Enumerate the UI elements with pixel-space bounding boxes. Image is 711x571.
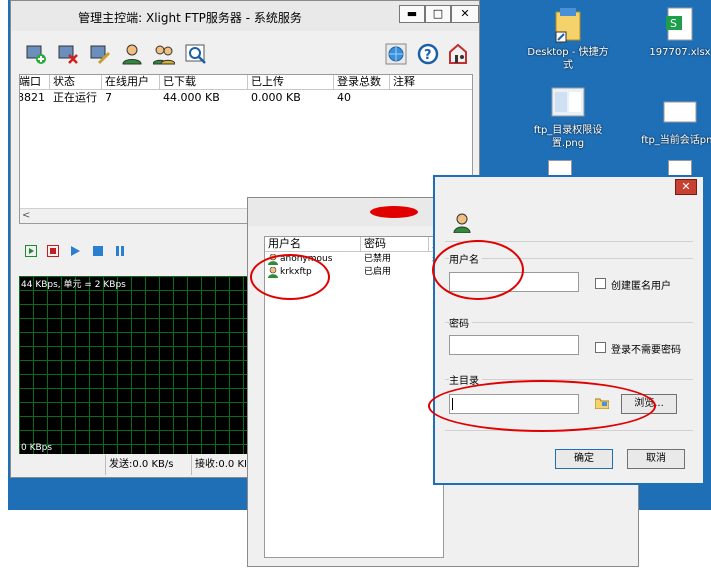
folder-shortcut-icon [550, 6, 586, 44]
col-online[interactable]: 在线用户 [102, 75, 160, 90]
row-logins: 40 [337, 91, 351, 104]
stop-square-icon[interactable] [93, 246, 103, 256]
svg-text:S: S [670, 17, 677, 30]
dialog-close-button[interactable]: ✕ [675, 179, 697, 195]
status-recv: 接收:0.0 KI [191, 455, 251, 475]
password-label: 密码 [449, 315, 472, 330]
add-server-icon[interactable] [25, 43, 47, 65]
nopassword-checkbox-label: 登录不需要密码 [611, 345, 681, 356]
graph-top-label: 44 KBps, 单元 = 2 KBps [21, 280, 126, 290]
user-icon [453, 213, 471, 234]
scroll-left-button[interactable]: < [22, 209, 34, 222]
start-icon[interactable] [25, 245, 37, 257]
row-uploaded: 0.000 KB [251, 91, 301, 104]
anonymous-checkbox[interactable] [595, 278, 606, 289]
globe-settings-icon[interactable] [385, 43, 407, 65]
row-downloaded: 44.000 KB [163, 91, 220, 104]
col-password[interactable]: 密码 [361, 237, 429, 252]
user-password-state: 已启用 [364, 267, 392, 277]
desktop-icon-shortcut[interactable]: Desktop - 快捷方式 [523, 6, 613, 72]
add-user-dialog: ✕ 用户名 创建匿名用户 密码 登录不需要密码 主目录 浏览... 确定 取消 [433, 175, 705, 485]
annotation-ellipse-user [250, 254, 330, 300]
col-username[interactable]: 用户名 [265, 237, 361, 252]
col-comment[interactable]: 注释 [390, 75, 472, 90]
close-button[interactable]: ✕ [451, 5, 479, 23]
cancel-button[interactable]: 取消 [627, 449, 685, 469]
col-status[interactable]: 状态 [50, 75, 102, 90]
col-logins[interactable]: 登录总数 [334, 75, 390, 90]
image-file-icon [550, 84, 586, 122]
desktop-icon-png-session[interactable]: ftp_当前会话png [635, 94, 711, 147]
col-port[interactable]: 端口 [20, 75, 50, 90]
nopassword-checkbox[interactable] [595, 342, 606, 353]
graph-bottom-label: 0 KBps [21, 443, 53, 453]
divider [445, 322, 693, 323]
password-input[interactable] [449, 335, 579, 355]
stop-icon[interactable] [47, 245, 59, 257]
col-uploaded[interactable]: 已上传 [248, 75, 334, 90]
anonymous-checkbox-label: 创建匿名用户 [611, 281, 671, 292]
desktop-icon-xlsx[interactable]: S 197707.xlsx [635, 6, 711, 59]
row-status: 正在运行 [53, 91, 97, 104]
desktop-icon-png-perm[interactable]: ftp_目录权限设置.png [523, 84, 613, 150]
annotation-ellipse-username [432, 240, 524, 300]
minimize-button[interactable]: ▬ [399, 5, 425, 23]
row-port: 8821 [19, 91, 45, 104]
maximize-button[interactable]: □ [425, 5, 451, 23]
redaction-mark [370, 206, 418, 218]
user-password-state: 已禁用 [364, 254, 392, 264]
excel-file-icon: S [662, 6, 698, 44]
about-icon[interactable] [447, 43, 469, 65]
svg-text:?: ? [424, 48, 432, 63]
row-online: 7 [105, 91, 112, 104]
status-send: 发送:0.0 KB/s [105, 455, 191, 475]
image-file-icon [662, 94, 698, 132]
col-downloaded[interactable]: 已下载 [160, 75, 248, 90]
user-group-icon[interactable] [152, 43, 176, 65]
delete-server-icon[interactable] [57, 43, 79, 65]
main-titlebar[interactable]: 管理主控端: Xlight FTP服务器 - 系统服务 ▬ □ ✕ [11, 1, 479, 31]
window-title: 管理主控端: Xlight FTP服务器 - 系统服务 [78, 11, 302, 25]
annotation-ellipse-homedir [428, 380, 656, 432]
edit-server-icon[interactable] [89, 43, 111, 65]
play-icon[interactable] [71, 246, 80, 256]
table-row[interactable]: 8821 正在运行 7 44.000 KB 0.000 KB 40 [20, 91, 472, 105]
user-icon[interactable] [121, 43, 143, 65]
search-icon[interactable] [185, 43, 207, 65]
help-icon[interactable]: ? [417, 43, 439, 65]
pause-icon[interactable] [115, 246, 125, 256]
ok-button[interactable]: 确定 [555, 449, 613, 469]
